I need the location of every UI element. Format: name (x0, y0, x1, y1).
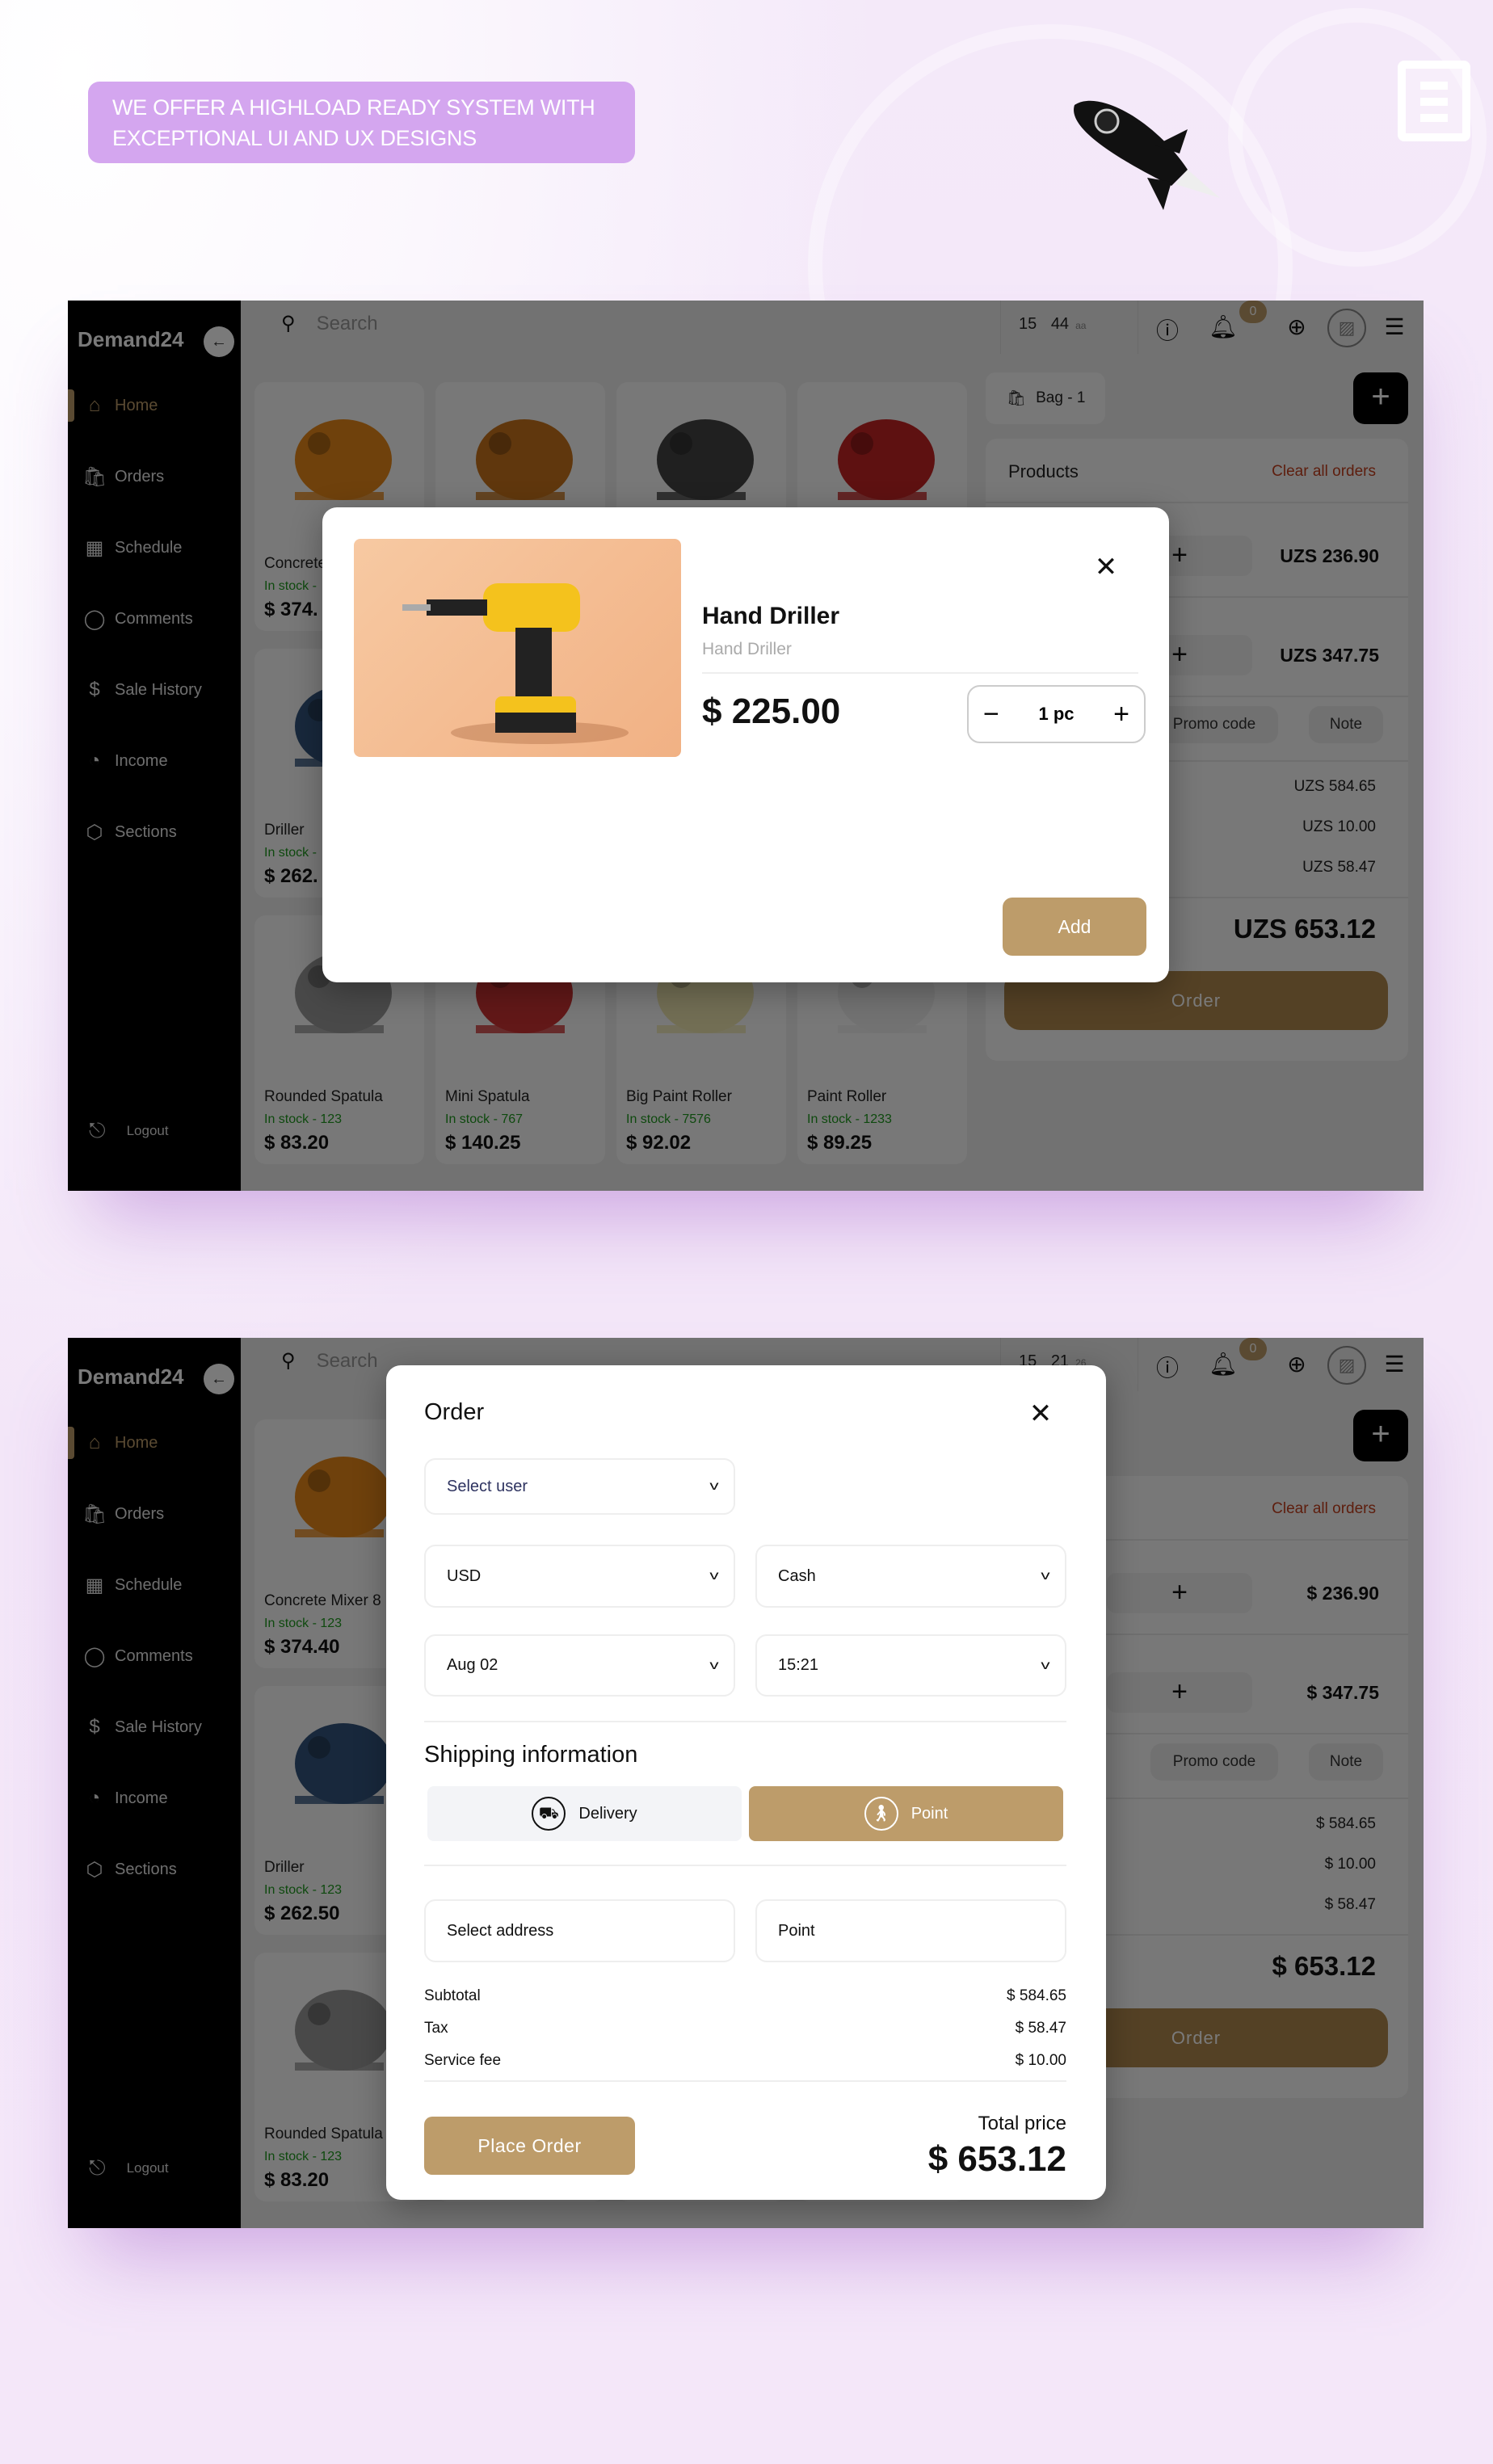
select-user-dropdown-value: Select user (447, 1477, 528, 1495)
menu-icon[interactable] (1398, 61, 1470, 141)
currency-dropdown[interactable]: USD v (424, 1545, 735, 1608)
date-dropdown-value: Aug 02 (447, 1656, 498, 1674)
payment-method-dropdown-value: Cash (778, 1566, 816, 1585)
summary-row: Service fee $ 10.00 (424, 2052, 1066, 2070)
divider (424, 1721, 1066, 1722)
pickup-point-field-value: Point (778, 1921, 815, 1940)
summary-row: Subtotal $ 584.65 (424, 1987, 1066, 2005)
divider (424, 2080, 1066, 2082)
close-icon[interactable]: ✕ (1090, 551, 1122, 583)
summary-value: $ 584.65 (1007, 1987, 1066, 2004)
select-user-dropdown[interactable]: Select user v (424, 1458, 735, 1515)
shipping-option-delivery[interactable]: ⛟ Delivery (427, 1786, 742, 1841)
shipping-title: Shipping information (424, 1742, 638, 1768)
total-price: $ 653.12 (927, 2139, 1066, 2179)
pickup-point-field[interactable]: Point (755, 1899, 1066, 1962)
shipping-option-label: Delivery (578, 1804, 637, 1823)
summary-value: $ 58.47 (1015, 2020, 1066, 2037)
payment-method-dropdown[interactable]: Cash v (755, 1545, 1066, 1608)
chevron-down-icon: v (1041, 1658, 1050, 1672)
add-button[interactable]: Add (1003, 898, 1146, 956)
rocket-illustration (1074, 100, 1220, 210)
divider (702, 672, 1138, 674)
chevron-down-icon: v (709, 1569, 719, 1583)
add-product-modal: Hand Driller Hand Driller $ 225.00 − 1 pc + ✕ A… (322, 507, 1169, 982)
delivery-truck-icon: ⛟ (532, 1797, 566, 1831)
summary-row: Tax $ 58.47 (424, 2020, 1066, 2037)
screen-order-modal: Demand24←⌂Home🛍Orders▦Schedule◯Comments$… (68, 1338, 1424, 2228)
decrement-button[interactable]: − (983, 699, 999, 730)
increment-button[interactable]: + (1113, 699, 1129, 730)
quantity-stepper[interactable]: − 1 pc + (967, 685, 1146, 743)
time-dropdown-value: 15:21 (778, 1656, 819, 1674)
quantity-value: 1 pc (1038, 704, 1075, 724)
screen-product-modal: Demand24←⌂Home🛍Orders▦Schedule◯Comments$… (68, 301, 1424, 1191)
product-title: Hand Driller (702, 603, 840, 629)
divider (424, 1865, 1066, 1866)
place-order-button[interactable]: Place Order (424, 2117, 635, 2175)
address-dropdown[interactable]: Select address (424, 1899, 735, 1962)
summary-label: Service fee (424, 2052, 502, 2069)
promo-banner: WE OFFER A HIGHLOAD READY SYSTEM WITH EX… (88, 82, 635, 163)
product-subtitle: Hand Driller (702, 640, 792, 658)
address-dropdown-value: Select address (447, 1921, 554, 1940)
shipping-option-point[interactable]: 🚶︎ Point (749, 1786, 1063, 1841)
date-dropdown[interactable]: Aug 02 v (424, 1634, 735, 1697)
order-modal: Order ✕ Select user v USD v Cash v Aug 02 v 15:21 v… (386, 1365, 1106, 2200)
product-image (354, 539, 681, 757)
chevron-down-icon: v (1041, 1569, 1050, 1583)
product-price: $ 225.00 (702, 692, 841, 731)
currency-dropdown-value: USD (447, 1566, 482, 1585)
chevron-down-icon: v (709, 1479, 719, 1493)
close-icon[interactable]: ✕ (1024, 1398, 1057, 1430)
modal-title: Order (424, 1399, 485, 1425)
time-dropdown[interactable]: 15:21 v (755, 1634, 1066, 1697)
shipping-option-label: Point (911, 1804, 948, 1823)
summary-label: Tax (424, 2020, 448, 2037)
chevron-down-icon: v (709, 1658, 719, 1672)
walking-person-icon: 🚶︎ (864, 1797, 898, 1831)
summary-label: Subtotal (424, 1987, 481, 2004)
summary-value: $ 10.00 (1015, 2052, 1066, 2069)
total-label: Total price (978, 2113, 1066, 2134)
